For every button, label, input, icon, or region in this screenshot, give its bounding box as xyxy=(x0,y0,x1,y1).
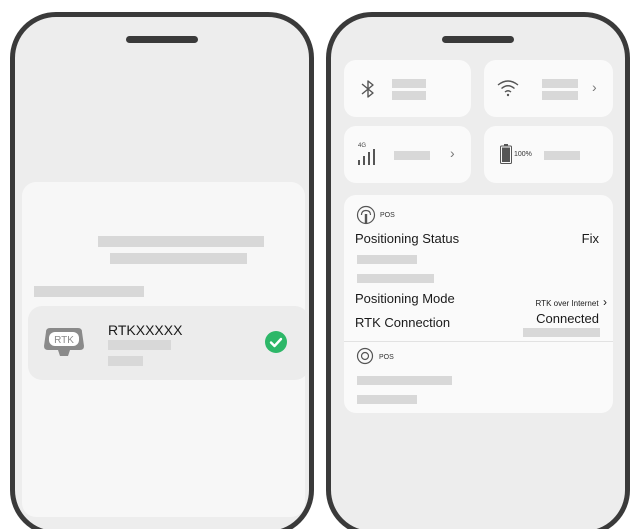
positioning-status-label: Positioning Status xyxy=(355,231,460,246)
placeholder-pos-1 xyxy=(357,376,452,385)
right-phone: › 4G › 100% POS Positioning Status Fix P… xyxy=(326,12,630,529)
chevron-right-icon: › xyxy=(450,145,455,161)
pos-section-title-2: POS xyxy=(379,354,394,361)
rtk-connection-value: Connected xyxy=(536,311,599,326)
battery-icon xyxy=(500,144,512,164)
placeholder-status-2 xyxy=(357,274,434,283)
placeholder-bt-2 xyxy=(392,91,426,100)
speaker-notch xyxy=(442,36,514,43)
placeholder-bt-1 xyxy=(392,79,426,88)
placeholder-wifi-1 xyxy=(542,79,578,88)
left-phone: RTK RTKXXXXX xyxy=(10,12,314,529)
pos-section-title: POS xyxy=(380,212,395,219)
placeholder-connection xyxy=(523,328,600,337)
placeholder-status-1 xyxy=(357,255,417,264)
wifi-icon xyxy=(497,80,519,97)
cellular-signal-icon xyxy=(358,149,375,165)
chevron-right-icon: › xyxy=(603,295,607,309)
placeholder-cellular xyxy=(394,151,430,160)
device-name: RTKXXXXX xyxy=(108,322,183,338)
positioning-mode-label: Positioning Mode xyxy=(355,291,455,306)
placeholder-battery xyxy=(544,151,580,160)
rtk-device-icon: RTK xyxy=(44,328,84,356)
placeholder-pos-2 xyxy=(357,395,417,404)
device-list-sheet: RTK RTKXXXXX xyxy=(22,182,309,517)
checkmark-icon xyxy=(265,331,287,353)
placeholder-title-line-1 xyxy=(98,236,264,247)
card-divider xyxy=(344,341,613,342)
positioning-mode-value: RTK over Internet xyxy=(535,299,599,308)
placeholder-title-line-2 xyxy=(110,253,247,264)
cellular-tile[interactable]: 4G › xyxy=(344,126,471,183)
location-pin-icon xyxy=(356,347,374,365)
battery-percentage: 100% xyxy=(514,151,532,158)
wifi-tile[interactable]: › xyxy=(484,60,613,117)
rtk-badge-label: RTK xyxy=(54,335,74,346)
bluetooth-tile[interactable] xyxy=(344,60,471,117)
placeholder-device-detail-2 xyxy=(108,356,143,366)
chevron-right-icon: › xyxy=(592,79,597,95)
positioning-status-value: Fix xyxy=(581,231,599,246)
antenna-icon xyxy=(356,205,376,225)
placeholder-device-detail-1 xyxy=(108,340,171,350)
positioning-mode-selector[interactable]: RTK over Internet › xyxy=(536,293,607,311)
battery-tile: 100% xyxy=(484,126,613,183)
speaker-notch xyxy=(126,36,198,43)
placeholder-wifi-2 xyxy=(542,91,578,100)
rtk-connection-label: RTK Connection xyxy=(355,315,451,330)
bluetooth-icon xyxy=(361,80,374,98)
device-list-item[interactable]: RTK RTKXXXXX xyxy=(28,306,309,380)
placeholder-section-header xyxy=(34,286,144,297)
pos-card: POS Positioning Status Fix Positioning M… xyxy=(344,195,613,413)
